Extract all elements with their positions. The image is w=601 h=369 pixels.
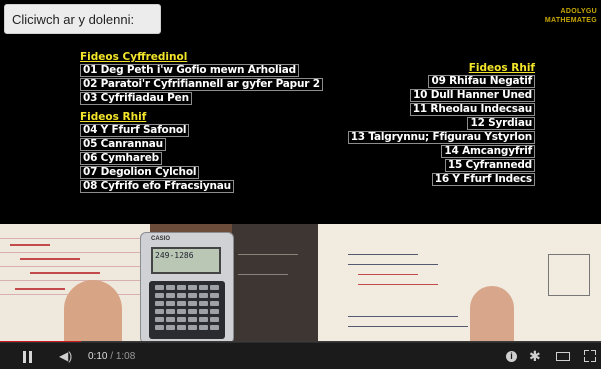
calculator-key (177, 301, 186, 306)
theater-mode-icon[interactable] (556, 352, 570, 361)
video-player[interactable]: ADOLYGU MATHEMATEG Cliciwch ar y dolenni… (0, 0, 601, 369)
click-links-hint: Cliciwch ar y dolenni: (4, 4, 161, 34)
worksheet-middle (232, 224, 318, 342)
calculator-key (155, 293, 164, 298)
calculator-key (188, 301, 197, 306)
time-display: 0:10 / 1:08 (88, 351, 135, 362)
calculator-key (210, 301, 219, 306)
calculator-key (199, 325, 208, 330)
calculator-key (155, 301, 164, 306)
hand-left (64, 280, 122, 342)
calculator-key (166, 325, 175, 330)
calculator-key (155, 309, 164, 314)
hand-right (470, 286, 514, 342)
calculator-key (210, 325, 219, 330)
calculator-key (210, 309, 219, 314)
link-video-09[interactable]: 09 Rhifau Negatif (428, 75, 535, 88)
link-video-14[interactable]: 14 Amcangyfrif (441, 145, 535, 158)
calculator-key (177, 285, 186, 290)
calculator-key (210, 317, 219, 322)
link-video-13[interactable]: 13 Talgrynnu; Ffigurau Ystyrlon (347, 131, 535, 144)
link-video-01[interactable]: 01 Deg Peth i'w Gofio mewn Arholiad (80, 64, 299, 77)
link-video-10[interactable]: 10 Dull Hanner Uned (410, 89, 535, 102)
calculator-key (188, 325, 197, 330)
link-video-02[interactable]: 02 Paratoi'r Cyfrifiannell ar gyfer Papu… (80, 78, 323, 91)
settings-gear-icon[interactable]: ✱ (529, 348, 541, 365)
calculator-key (199, 317, 208, 322)
left-link-column: Fideos Cyffredinol 01 Deg Peth i'w Gofio… (80, 51, 323, 193)
link-video-06[interactable]: 06 Cymhareb (80, 152, 162, 165)
calculator-key (210, 285, 219, 290)
calculator-key (188, 293, 197, 298)
calculator-key (188, 317, 197, 322)
fullscreen-icon[interactable] (584, 350, 596, 362)
calculator-key (166, 309, 175, 314)
calculator-key (155, 325, 164, 330)
calculator-key (166, 293, 175, 298)
calculator-key (188, 309, 197, 314)
video-frame[interactable]: ADOLYGU MATHEMATEG Cliciwch ar y dolenni… (0, 0, 601, 342)
calculator-key (155, 317, 164, 322)
link-video-11[interactable]: 11 Rheolau Indecsau (409, 103, 535, 116)
calculator-display: 249-1286 (151, 247, 221, 274)
link-video-07[interactable]: 07 Degolion Cylchol (80, 166, 200, 179)
brand-line-2: MATHEMATEG (544, 17, 597, 24)
calculator-key (199, 301, 208, 306)
info-icon[interactable]: i (506, 351, 517, 362)
link-video-08[interactable]: 08 Cyfrifo efo Ffracsiynau (80, 180, 234, 193)
calculator-key (177, 309, 186, 314)
calculator-brand: CASIO (151, 236, 171, 242)
pause-icon[interactable] (22, 351, 34, 363)
duration: 1:08 (115, 351, 136, 362)
current-time: 0:10 (88, 351, 108, 362)
heading-number-videos-right: Fideos Rhif (468, 62, 535, 74)
calculator-key (199, 285, 208, 290)
control-bar: ◀) 0:10 / 1:08 i ✱ (0, 342, 601, 369)
calculator-key (166, 301, 175, 306)
link-video-16[interactable]: 16 Y Ffurf Indecs (431, 173, 535, 186)
video-scene-image: CASIO 249-1286 (0, 224, 601, 342)
calculator-key (199, 293, 208, 298)
heading-number-videos-left: Fideos Rhif (80, 111, 147, 123)
calculator-key (210, 293, 219, 298)
calculator-key (155, 285, 164, 290)
volume-icon[interactable]: ◀) (59, 349, 72, 363)
worksheet-right (318, 224, 601, 342)
calculator: CASIO 249-1286 (140, 232, 234, 342)
brand-line-1: ADOLYGU (560, 8, 597, 15)
link-video-12[interactable]: 12 Syrdiau (467, 117, 535, 130)
calculator-keypad (149, 281, 225, 339)
right-link-column: Fideos Rhif 09 Rhifau Negatif 10 Dull Ha… (347, 62, 535, 186)
calculator-key (199, 309, 208, 314)
calculator-key (188, 285, 197, 290)
link-video-04[interactable]: 04 Y Ffurf Safonol (80, 124, 190, 137)
brand-watermark: ADOLYGU MATHEMATEG (545, 7, 597, 25)
calculator-key (166, 285, 175, 290)
calculator-key (166, 317, 175, 322)
time-separator: / (107, 351, 116, 362)
heading-general-videos: Fideos Cyffredinol (80, 51, 188, 63)
link-video-15[interactable]: 15 Cyfrannedd (444, 159, 535, 172)
calculator-key (177, 293, 186, 298)
calculator-key (177, 325, 186, 330)
link-video-05[interactable]: 05 Canrannau (80, 138, 166, 151)
calculator-key (177, 317, 186, 322)
link-video-03[interactable]: 03 Cyfrifiadau Pen (80, 92, 192, 105)
